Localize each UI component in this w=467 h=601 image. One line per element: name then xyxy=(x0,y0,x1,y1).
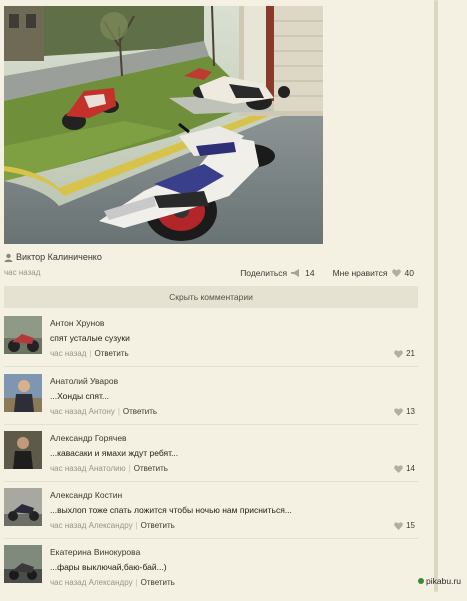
heart-icon[interactable] xyxy=(394,407,403,416)
avatar[interactable] xyxy=(4,431,42,469)
reply-button[interactable]: Ответить xyxy=(134,464,168,473)
reply-button[interactable]: Ответить xyxy=(141,521,175,530)
comment-item: Александр Костин ...выхлоп тоже спать ло… xyxy=(4,488,418,544)
comment-author[interactable]: Александр Костин xyxy=(50,490,122,500)
comment-like-count: 14 xyxy=(406,464,415,473)
comment-author[interactable]: Александр Горячев xyxy=(50,433,127,443)
divider xyxy=(4,424,418,425)
comment-meta: час назад Александру | Ответить xyxy=(50,578,175,587)
comment-like-count: 15 xyxy=(406,521,415,530)
post-author-name[interactable]: Виктор Калиниченко xyxy=(16,252,102,262)
avatar[interactable] xyxy=(4,316,42,354)
comment-author[interactable]: Антон Хрунов xyxy=(50,318,104,328)
comment-meta: час назад | Ответить xyxy=(50,349,129,358)
comment-likes[interactable]: 15 xyxy=(394,521,415,530)
comment-text: ...Хонды спят... xyxy=(50,391,110,401)
comment-item: Антон Хрунов спят усталые сузуки час наз… xyxy=(4,316,418,372)
share-button[interactable]: Поделиться xyxy=(240,268,287,278)
comment-time[interactable]: час назад Александру xyxy=(50,578,133,587)
like-button[interactable]: Мне нравится xyxy=(333,268,388,278)
post-author[interactable]: Виктор Калиниченко xyxy=(4,252,102,262)
divider xyxy=(4,481,418,482)
like-count: 40 xyxy=(404,268,414,278)
watermark-text: pikabu.ru xyxy=(426,576,461,586)
comment-author[interactable]: Анатолий Уваров xyxy=(50,376,118,386)
divider xyxy=(4,366,418,367)
post-photo[interactable] xyxy=(4,6,323,244)
comment-meta: час назад Антону | Ответить xyxy=(50,407,158,416)
post-time[interactable]: час назад xyxy=(4,268,40,277)
scrollbar[interactable] xyxy=(434,0,438,592)
comment-like-count: 13 xyxy=(406,407,415,416)
heart-icon[interactable] xyxy=(391,269,401,277)
hide-comments-button[interactable]: Скрыть комментарии xyxy=(4,286,418,308)
user-icon xyxy=(4,253,13,262)
heart-icon[interactable] xyxy=(394,521,403,530)
comment-item: Александр Горячев ...кавасаки и ямахи жд… xyxy=(4,431,418,487)
comment-text: спят усталые сузуки xyxy=(50,333,130,343)
comment-meta: час назад Александру | Ответить xyxy=(50,521,175,530)
comment-time[interactable]: час назад Александру xyxy=(50,521,133,530)
comment-item: Анатолий Уваров ...Хонды спят... час наз… xyxy=(4,374,418,430)
comment-likes[interactable]: 13 xyxy=(394,407,415,416)
reply-button[interactable]: Ответить xyxy=(141,578,175,587)
comment-text: ...фары выключай,баю-бай...) xyxy=(50,562,167,572)
comment-like-count: 21 xyxy=(406,349,415,358)
reply-button[interactable]: Ответить xyxy=(94,349,128,358)
divider xyxy=(4,538,418,539)
heart-icon[interactable] xyxy=(394,349,403,358)
comment-time[interactable]: час назад Анатолию xyxy=(50,464,126,473)
megaphone-icon[interactable] xyxy=(291,269,301,277)
comment-author[interactable]: Екатерина Винокурова xyxy=(50,547,140,557)
watermark: pikabu.ru xyxy=(418,576,461,586)
pikabu-logo-icon xyxy=(418,578,425,584)
heart-icon[interactable] xyxy=(394,464,403,473)
comment-likes[interactable]: 21 xyxy=(394,349,415,358)
comment-meta: час назад Анатолию | Ответить xyxy=(50,464,168,473)
comment-text: ...кавасаки и ямахи ждут ребят... xyxy=(50,448,179,458)
avatar[interactable] xyxy=(4,545,42,583)
reply-button[interactable]: Ответить xyxy=(123,407,157,416)
comment-likes[interactable]: 14 xyxy=(394,464,415,473)
comment-time[interactable]: час назад Антону xyxy=(50,407,115,416)
avatar[interactable] xyxy=(4,488,42,526)
share-count: 14 xyxy=(305,268,315,278)
avatar[interactable] xyxy=(4,374,42,412)
comment-text: ...выхлоп тоже спать ложится чтобы ночью… xyxy=(50,505,292,515)
comment-item: Екатерина Винокурова ...фары выключай,ба… xyxy=(4,545,418,601)
comment-time[interactable]: час назад xyxy=(50,349,86,358)
post-actions: Поделиться 14 Мне нравится 40 xyxy=(240,268,414,278)
